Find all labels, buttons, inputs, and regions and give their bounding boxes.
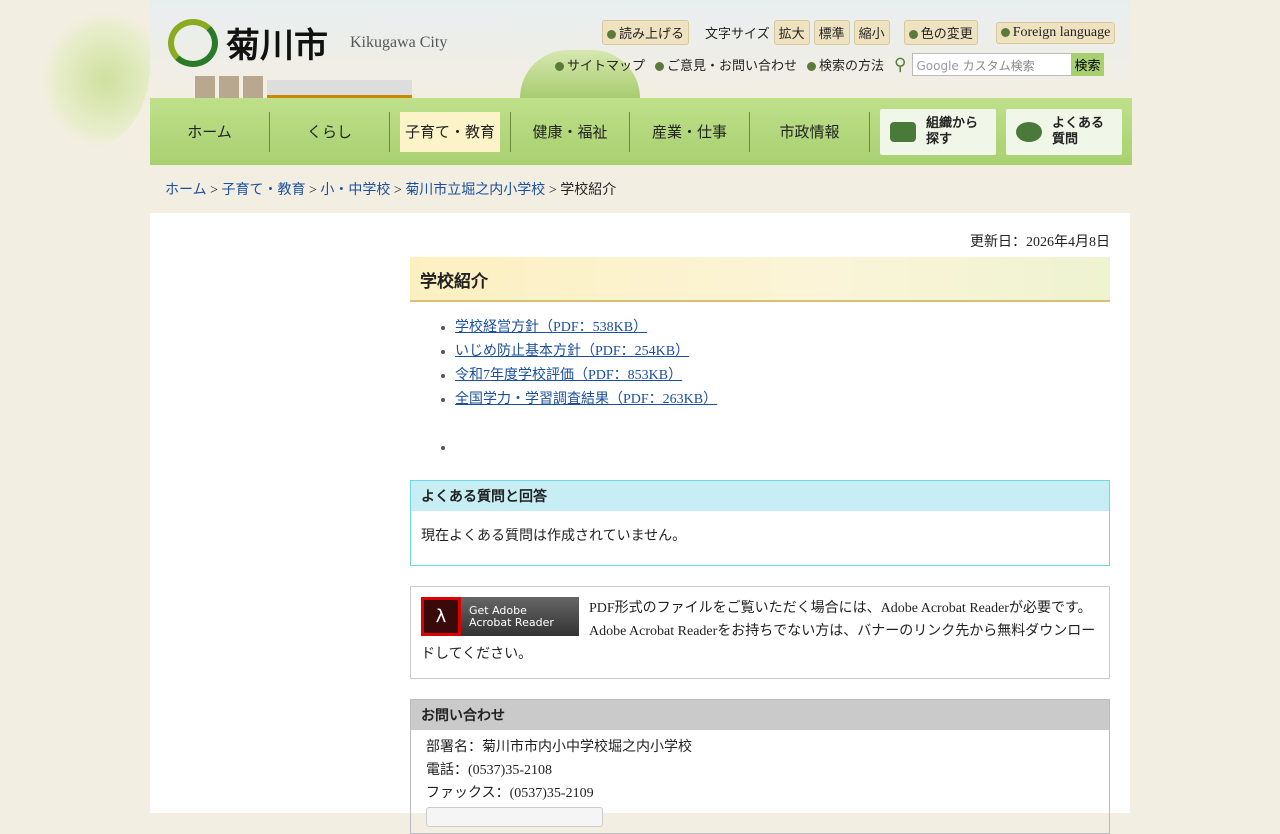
department: 部署名：菊川市市内小中学校堀之内小学校 xyxy=(426,740,692,755)
breadcrumb-horinouchi[interactable]: 菊川市立堀之内小学校 xyxy=(405,183,545,198)
utility-toolbar: 読み上げる 文字サイズ 拡大 標準 縮小 色の変更 Foreign langua… xyxy=(602,20,1116,45)
document-list: 学校経営方針（PDF：538KB） いじめ防止基本方針（PDF：254KB） 令… xyxy=(455,316,1110,460)
header: 菊川市 Kikugawa City 読み上げる 文字サイズ 拡大 標準 縮小 色… xyxy=(150,0,1130,98)
pdf-notice: λ Get Adobe Acrobat Reader PDF形式のファイルをご覧い… xyxy=(410,586,1110,679)
page-title: 学校紹介 xyxy=(410,257,1110,302)
nav-living[interactable]: くらし xyxy=(270,111,390,152)
search-icon: ⚲ xyxy=(894,54,907,74)
faq-section: よくある質問と回答 現在よくある質問は作成されていません。 xyxy=(410,480,1110,566)
acrobat-icon: λ xyxy=(421,597,461,636)
org-chart-icon xyxy=(890,121,916,142)
faq-body: 現在よくある質問は作成されていません。 xyxy=(421,528,687,544)
contact-heading: お問い合わせ xyxy=(411,700,1109,730)
empty-list-item xyxy=(455,436,1110,460)
pdf-link[interactable]: 全国学力・学習調査結果（PDF：263KB） xyxy=(455,392,717,407)
font-shrink-button[interactable]: 縮小 xyxy=(853,20,890,45)
phone: 電話：(0537)35-2108 xyxy=(426,763,552,778)
search-help-link[interactable]: 検索の方法 xyxy=(807,55,884,74)
font-enlarge-button[interactable]: 拡大 xyxy=(773,20,810,45)
org-search-button[interactable]: 組織から探す xyxy=(880,108,996,155)
site-logo[interactable]: 菊川市 Kikugawa City xyxy=(168,18,447,67)
font-size-label: 文字サイズ xyxy=(705,27,770,42)
list-item: 学校経営方針（PDF：538KB） xyxy=(455,316,1110,340)
faq-button[interactable]: よくある質問 xyxy=(1006,108,1122,155)
secondary-links: サイトマップ ご意見・お問い合わせ 検索の方法 ⚲ Google カスタム検索 … xyxy=(555,53,1104,76)
breadcrumb-home[interactable]: ホーム xyxy=(165,183,207,198)
list-item: 全国学力・学習調査結果（PDF：263KB） xyxy=(455,388,1110,412)
nav-home[interactable]: ホーム xyxy=(150,111,270,152)
leaf-decoration xyxy=(40,10,150,150)
nav-city-info[interactable]: 市政情報 xyxy=(750,111,870,152)
nav-industry-work[interactable]: 産業・仕事 xyxy=(630,111,750,152)
breadcrumb-childcare[interactable]: 子育て・教育 xyxy=(222,183,306,198)
search-button[interactable]: 検索 xyxy=(1071,53,1104,76)
color-change-button[interactable]: 色の変更 xyxy=(903,20,978,45)
breadcrumb-schools[interactable]: 小・中学校 xyxy=(320,183,390,198)
list-item: いじめ防止基本方針（PDF：254KB） xyxy=(455,340,1110,364)
city-emblem-icon xyxy=(168,18,218,67)
sitemap-link[interactable]: サイトマップ xyxy=(555,55,645,74)
font-standard-button[interactable]: 標準 xyxy=(813,20,850,45)
nav-health-welfare[interactable]: 健康・福祉 xyxy=(510,111,630,152)
fax: ファックス：(0537)35-2109 xyxy=(426,786,594,801)
mail-form-button[interactable] xyxy=(426,807,603,827)
faq-heading: よくある質問と回答 xyxy=(411,481,1109,511)
pdf-link[interactable]: いじめ防止基本方針（PDF：254KB） xyxy=(455,344,689,359)
main-content: 更新日：2026年4月8日 学校紹介 学校経営方針（PDF：538KB） いじめ… xyxy=(150,213,1130,834)
town-illustration xyxy=(195,70,495,98)
list-item: 令和7年度学校評価（PDF：853KB） xyxy=(455,364,1110,388)
updated-date: 更新日：2026年4月8日 xyxy=(970,235,1110,250)
adobe-reader-banner[interactable]: λ Get Adobe Acrobat Reader xyxy=(421,597,579,636)
nav-childcare-education[interactable]: 子育て・教育 xyxy=(400,111,500,152)
speech-bubble-icon xyxy=(1016,121,1042,142)
pdf-link[interactable]: 令和7年度学校評価（PDF：853KB） xyxy=(455,368,682,383)
contact-link[interactable]: ご意見・お問い合わせ xyxy=(655,55,797,74)
search-input[interactable]: Google カスタム検索 xyxy=(911,53,1072,76)
read-aloud-button[interactable]: 読み上げる xyxy=(602,20,690,45)
pdf-link[interactable]: 学校経営方針（PDF：538KB） xyxy=(455,320,647,335)
logo-text: 菊川市 xyxy=(226,26,328,66)
global-nav: ホーム くらし 子育て・教育 健康・福祉 産業・仕事 市政情報 組織から探す よ… xyxy=(150,98,1132,165)
contact-section: お問い合わせ 部署名：菊川市市内小中学校堀之内小学校 電話：(0537)35-2… xyxy=(410,699,1110,834)
breadcrumb-current: 学校紹介 xyxy=(560,183,617,198)
breadcrumb: ホーム > 子育て・教育 > 小・中学校 > 菊川市立堀之内小学校 > 学校紹介 xyxy=(165,183,617,198)
foreign-language-button[interactable]: Foreign language xyxy=(995,21,1116,44)
logo-en: Kikugawa City xyxy=(350,33,448,51)
